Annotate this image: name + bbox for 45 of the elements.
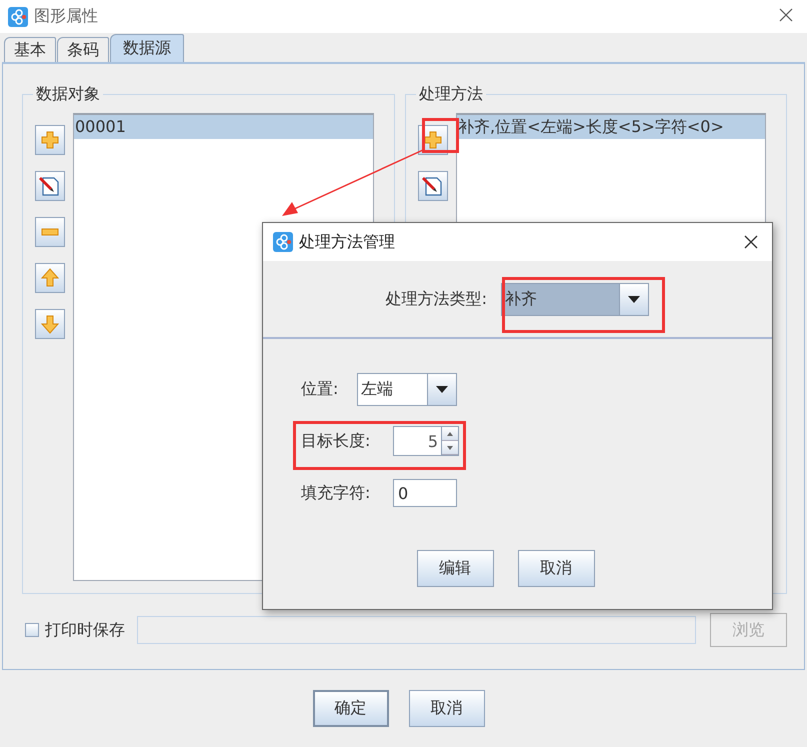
app-icon xyxy=(8,6,28,26)
field-label: 填充字符: xyxy=(301,482,372,504)
field-label: 处理方法类型: xyxy=(386,288,487,310)
dialog-button[interactable]: 取消 xyxy=(408,690,484,727)
list-item[interactable]: 补齐,位置<左端>长度<5>字符<0> xyxy=(457,115,765,139)
down-arrow-icon xyxy=(40,314,60,334)
dialog-title: 处理方法管理 xyxy=(299,232,396,252)
app-icon xyxy=(273,232,293,252)
up-icon xyxy=(447,432,453,436)
plus-icon xyxy=(423,130,443,150)
dropdown[interactable]: 左端 xyxy=(357,372,457,406)
field-label: 位置: xyxy=(301,378,340,400)
group-title: 处理方法 xyxy=(418,84,484,105)
tab[interactable]: 数据源 xyxy=(110,34,184,62)
checkbox-label: 打印时保存 xyxy=(45,620,125,640)
list-item[interactable]: 00001 xyxy=(74,115,373,139)
group-title: 数据对象 xyxy=(35,84,101,105)
dialog-button[interactable]: 取消 xyxy=(518,550,594,587)
toolbar-button[interactable] xyxy=(35,263,65,293)
toolbar-button[interactable] xyxy=(35,217,65,247)
toolbar-button[interactable] xyxy=(418,171,448,201)
checkbox[interactable] xyxy=(25,623,39,637)
toolbar-button[interactable] xyxy=(35,125,65,155)
edit-document-icon xyxy=(422,175,444,197)
text-field[interactable]: 0 xyxy=(393,479,457,507)
up-arrow-icon xyxy=(40,268,60,288)
tab[interactable]: 基本 xyxy=(4,37,56,62)
close-icon xyxy=(779,8,793,22)
dialog-button[interactable]: 编辑 xyxy=(416,550,494,587)
field-label: 目标长度: xyxy=(301,430,372,452)
toolbar-button[interactable] xyxy=(35,171,65,201)
highlight-box xyxy=(422,118,459,153)
close-icon xyxy=(744,234,758,248)
toolbar-button[interactable] xyxy=(35,309,65,339)
down-icon xyxy=(447,446,453,450)
dialog-button[interactable]: 确定 xyxy=(312,690,388,727)
dropdown-arrow-icon xyxy=(436,386,448,392)
window-title: 图形属性 xyxy=(34,6,99,27)
dropdown[interactable]: 补齐 xyxy=(501,282,649,316)
number-spinner[interactable]: 5 xyxy=(393,426,459,456)
tab[interactable]: 条码 xyxy=(57,37,109,62)
dropdown-arrow-icon xyxy=(628,296,640,302)
plus-icon xyxy=(40,130,60,150)
path-field[interactable] xyxy=(137,616,696,644)
edit-document-icon xyxy=(39,175,61,197)
